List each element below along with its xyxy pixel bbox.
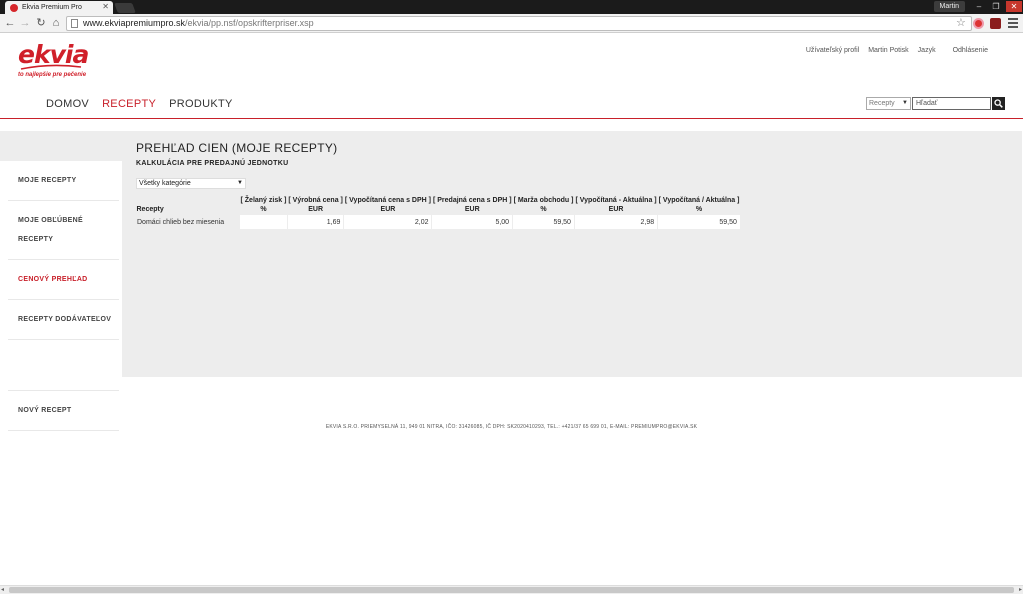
- search-scope-value: Recepty: [869, 100, 895, 107]
- top-links: Užívateľský profil Martin Potisk Jazyk O…: [806, 47, 988, 54]
- browser-toolbar: ← → ↻ ⌂ www.ekviapremiumpro.sk/ekvia/pp.…: [0, 14, 1023, 33]
- logout-link[interactable]: Odhlásenie: [953, 47, 988, 54]
- address-bar[interactable]: www.ekviapremiumpro.sk/ekvia/pp.nsf/opsk…: [66, 16, 972, 31]
- reload-icon[interactable]: ↻: [35, 17, 47, 29]
- tab-close-icon[interactable]: ✕: [102, 2, 109, 11]
- header-divider: [0, 118, 1023, 119]
- sidebar-item-recepty-dodavatelov[interactable]: RECEPTY DODÁVATEĽOV: [8, 300, 119, 340]
- restore-icon[interactable]: ❐: [988, 1, 1004, 12]
- nav-recepty[interactable]: RECEPTY: [102, 98, 156, 110]
- column-unit: EUR: [464, 206, 480, 213]
- table-cell: 2,98: [573, 214, 659, 230]
- page-subtitle: KALKULÁCIA PRE PREDAJNÚ JEDNOTKU: [136, 160, 289, 167]
- tab-title: Ekvia Premium Pro: [22, 4, 82, 11]
- back-arrow-icon[interactable]: ←: [4, 17, 16, 29]
- column-header: [ Marža obchodu ]: [513, 197, 574, 204]
- table-cell: 59,50: [512, 214, 575, 230]
- browser-menu-icon[interactable]: [1008, 18, 1018, 30]
- profile-button[interactable]: Martin: [933, 1, 965, 12]
- search-scope-select[interactable]: Recepty ▼: [866, 97, 911, 110]
- page-title: PREHĽAD CIEN (MOJE RECEPTY): [136, 141, 338, 155]
- table-cell: 1,69: [286, 214, 345, 230]
- user-profile-link[interactable]: Užívateľský profil: [806, 47, 859, 54]
- search-placeholder: Hľadať: [916, 100, 938, 107]
- sidebar-item-moje-recepty[interactable]: MOJE RECEPTY: [8, 161, 119, 201]
- scroll-left-icon[interactable]: ◂: [1, 586, 4, 593]
- content-panel: PREHĽAD CIEN (MOJE RECEPTY) KALKULÁCIA P…: [122, 131, 1022, 377]
- column-header: [ Vypočítaná - Aktuálna ]: [575, 197, 657, 204]
- web-page: ekvia to najlepšie pre pečenie Užívateľs…: [0, 34, 1023, 585]
- search-icon: [994, 99, 1003, 108]
- home-icon[interactable]: ⌂: [50, 17, 62, 29]
- scroll-right-icon[interactable]: ▸: [1019, 586, 1022, 593]
- bookmark-star-icon[interactable]: ☆: [956, 16, 966, 29]
- nav-produkty[interactable]: PRODUKTY: [169, 98, 233, 110]
- language-link[interactable]: Jazyk: [918, 47, 936, 54]
- extension-icon[interactable]: [973, 18, 984, 29]
- search-input[interactable]: Hľadať: [912, 97, 991, 110]
- ekvia-logo[interactable]: ekvia to najlepšie pre pečenie: [18, 40, 89, 78]
- sidebar-item-cenovy-prehlad[interactable]: CENOVÝ PREHĽAD: [8, 260, 119, 300]
- table-row[interactable]: Domáci chlieb bez miesenia 1,69 2,02 5,0…: [136, 214, 741, 230]
- ekvia-favicon-icon: [10, 3, 18, 12]
- sidebar-spacer: [8, 340, 119, 391]
- horizontal-scrollbar[interactable]: ◂ ▸: [0, 585, 1023, 594]
- column-header: [ Výrobná cena ]: [288, 197, 343, 204]
- column-unit: %: [540, 206, 547, 213]
- column-header: [ Želaný zisk ]: [240, 197, 287, 204]
- category-select[interactable]: Všetky kategórie ▼: [136, 178, 246, 189]
- category-value: Všetky kategórie: [139, 180, 191, 187]
- sidebar-item-moje-oblubene-recepty[interactable]: MOJE OBĽÚBENÉ RECEPTY: [8, 201, 119, 260]
- page-icon: [71, 19, 78, 28]
- main-nav: DOMOV RECEPTY PRODUKTY: [46, 98, 233, 110]
- logo-tagline: to najlepšie pre pečenie: [18, 72, 87, 78]
- url-host: www.ekviapremiumpro.sk: [83, 18, 186, 28]
- user-name: Martin Potisk: [868, 47, 909, 54]
- dropdown-arrow-icon: ▼: [237, 180, 243, 186]
- table-cell: 2,02: [343, 214, 433, 230]
- column-header: [ Vypočítaná / Aktuálna ]: [658, 197, 740, 204]
- scrollbar-thumb[interactable]: [9, 587, 1014, 593]
- column-header-recepty: Recepty: [136, 206, 164, 213]
- footer-text: EKVIA S.R.O. PRIEMYSELNÁ 11, 949 01 NITR…: [325, 424, 698, 430]
- column-unit: %: [695, 206, 703, 213]
- table-cell: [239, 214, 288, 230]
- new-tab-button[interactable]: [114, 3, 136, 13]
- browser-tab[interactable]: Ekvia Premium Pro ✕: [5, 1, 113, 14]
- column-unit: EUR: [608, 206, 624, 213]
- table-cell: 5,00: [431, 214, 514, 230]
- search-button[interactable]: [992, 97, 1005, 110]
- table-header-row: Recepty [ Želaný zisk ] [ Výrobná cena ]…: [137, 196, 741, 213]
- column-unit: %: [260, 206, 267, 213]
- column-header: [ Predajná cena s DPH ]: [432, 197, 512, 204]
- recipe-name-link[interactable]: Domáci chlieb bez miesenia: [136, 214, 240, 230]
- logo-swoosh-icon: [20, 64, 82, 70]
- column-header: [ Vypočítaná cena s DPH ]: [344, 197, 431, 204]
- extension-icon[interactable]: [990, 18, 1001, 29]
- sidebar: MOJE RECEPTY MOJE OBĽÚBENÉ RECEPTY CENOV…: [8, 161, 119, 431]
- column-unit: EUR: [380, 206, 396, 213]
- nav-domov[interactable]: DOMOV: [46, 98, 89, 110]
- sidebar-top-strip: [0, 131, 122, 161]
- price-table: Recepty [ Želaný zisk ] [ Výrobná cena ]…: [136, 196, 741, 230]
- url-path: /ekvia/pp.nsf/opskrifterpriser.xsp: [185, 18, 314, 28]
- minimize-icon[interactable]: –: [971, 1, 987, 12]
- browser-titlebar: Ekvia Premium Pro ✕ Martin – ❐ ✕: [0, 0, 1023, 14]
- dropdown-arrow-icon: ▼: [902, 100, 908, 106]
- forward-arrow-icon[interactable]: →: [19, 17, 31, 29]
- column-unit: EUR: [308, 206, 324, 213]
- window-close-icon[interactable]: ✕: [1006, 1, 1022, 12]
- table-cell: 59,50: [657, 214, 741, 230]
